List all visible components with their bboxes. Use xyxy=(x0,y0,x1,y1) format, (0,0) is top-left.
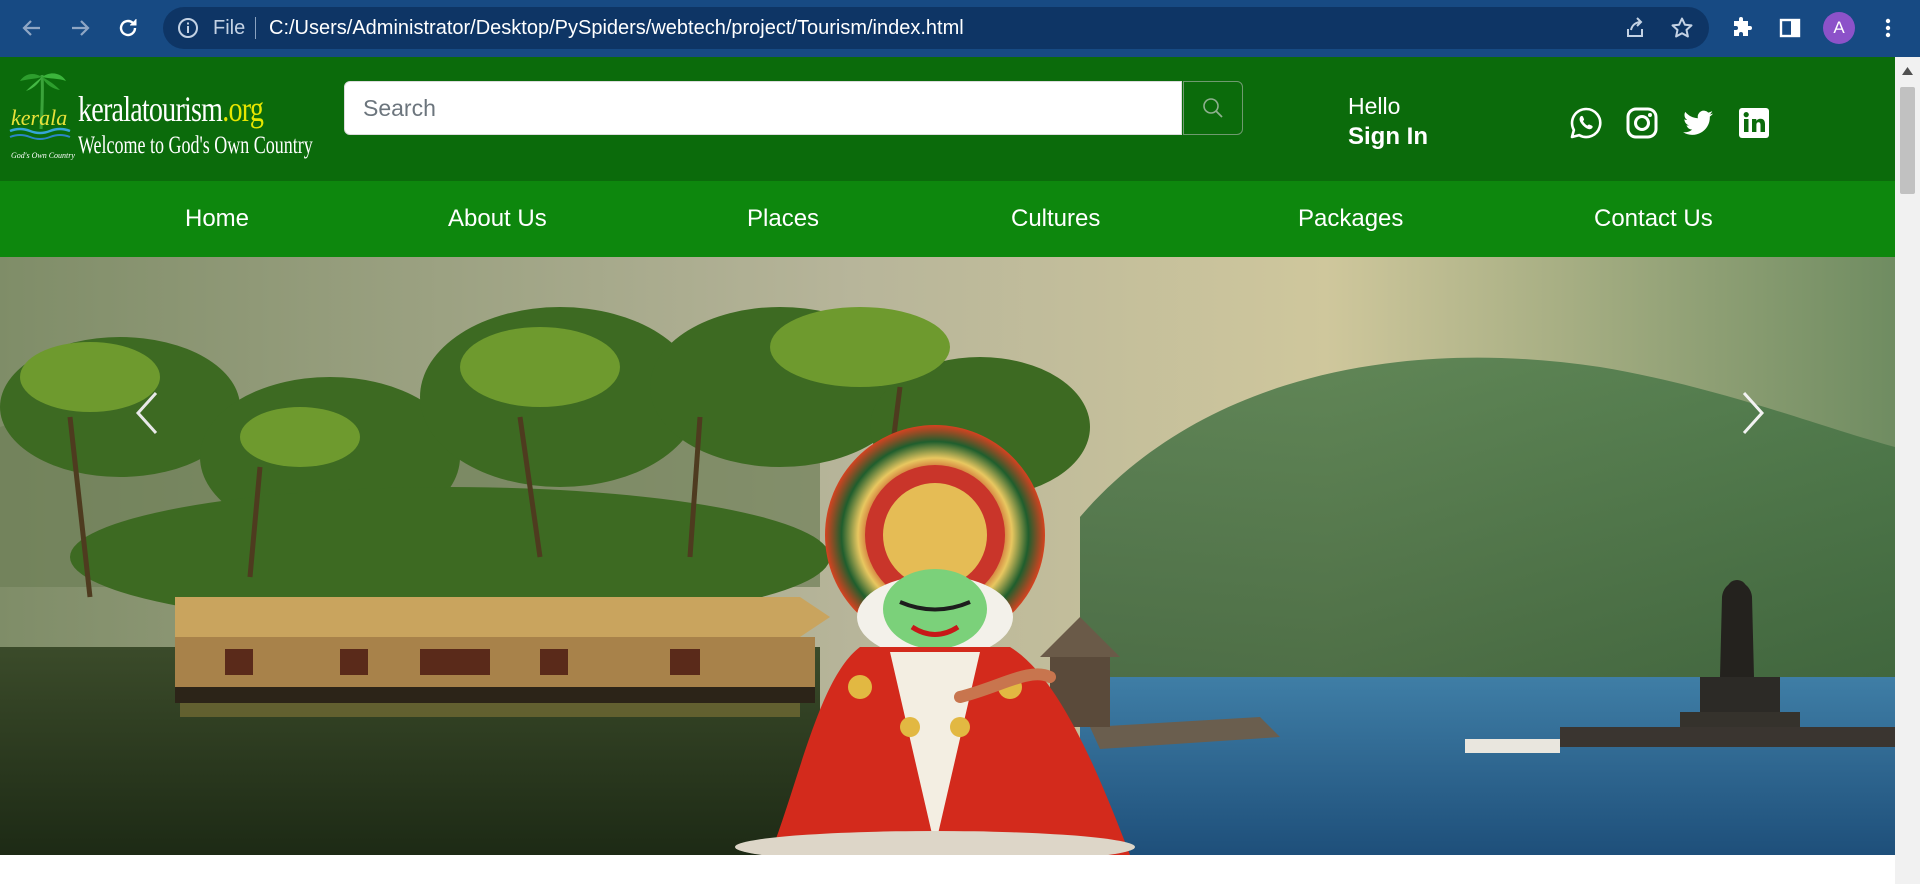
site-header: kerala God's Own Country keralatourism.o… xyxy=(0,57,1895,181)
nav-item-about-us[interactable]: About Us xyxy=(448,181,547,257)
back-arrow-icon[interactable] xyxy=(18,14,46,42)
url-text[interactable]: C:/Users/Administrator/Desktop/PySpiders… xyxy=(269,16,964,40)
main-nav: Home About Us Places Cultures Packages C… xyxy=(0,181,1895,257)
kerala-emblem-logo: kerala God's Own Country xyxy=(9,73,75,160)
account-greeting: Hello xyxy=(1348,93,1401,119)
logo-emblem-subtitle: God's Own Country xyxy=(11,151,75,160)
kebab-menu-icon[interactable] xyxy=(1874,14,1902,42)
nav-item-home[interactable]: Home xyxy=(185,181,249,257)
site-logo[interactable]: kerala God's Own Country keralatourism.o… xyxy=(8,67,313,165)
twitter-icon[interactable] xyxy=(1681,106,1715,140)
side-panel-icon[interactable] xyxy=(1776,14,1804,42)
carousel-prev-icon[interactable] xyxy=(126,383,166,443)
logo-tagline: Welcome to God's Own Country xyxy=(78,132,313,159)
whatsapp-icon[interactable] xyxy=(1569,106,1603,140)
site-info-icon[interactable] xyxy=(177,17,199,44)
hero-carousel xyxy=(0,257,1895,855)
search-button[interactable] xyxy=(1183,81,1243,135)
scrollbar-thumb[interactable] xyxy=(1900,87,1915,194)
extensions-puzzle-icon[interactable] xyxy=(1728,14,1756,42)
carousel-next-icon[interactable] xyxy=(1732,383,1772,443)
scroll-up-arrow-icon[interactable] xyxy=(1902,67,1913,75)
logo-name: keralatourism xyxy=(78,89,223,129)
hero-kerala-collage-image xyxy=(0,257,1895,855)
instagram-icon[interactable] xyxy=(1625,106,1659,140)
nav-item-packages[interactable]: Packages xyxy=(1298,181,1403,257)
nav-item-cultures[interactable]: Cultures xyxy=(1011,181,1100,257)
search-icon xyxy=(1203,98,1223,118)
nav-item-places[interactable]: Places xyxy=(747,181,819,257)
reload-icon[interactable] xyxy=(114,14,142,42)
url-scheme-label: File xyxy=(213,17,246,39)
bookmark-star-icon[interactable] xyxy=(1670,16,1694,40)
profile-avatar[interactable]: A xyxy=(1823,12,1855,44)
page-scrollbar[interactable] xyxy=(1895,57,1920,884)
logo-emblem-word: kerala xyxy=(11,105,67,130)
forward-arrow-icon[interactable] xyxy=(66,14,94,42)
share-icon[interactable] xyxy=(1623,16,1647,40)
search-input[interactable] xyxy=(344,81,1182,135)
browser-toolbar: File C:/Users/Administrator/Desktop/PySp… xyxy=(0,0,1920,57)
sign-in-link[interactable]: Sign In xyxy=(1348,124,1428,150)
url-separator xyxy=(255,17,256,39)
logo-wordmark: keralatourism.org xyxy=(78,89,264,129)
nav-item-contact-us[interactable]: Contact Us xyxy=(1594,181,1713,257)
linkedin-icon[interactable] xyxy=(1737,106,1771,140)
logo-tld: .org xyxy=(222,89,264,129)
address-bar[interactable]: File C:/Users/Administrator/Desktop/PySp… xyxy=(163,7,1709,49)
